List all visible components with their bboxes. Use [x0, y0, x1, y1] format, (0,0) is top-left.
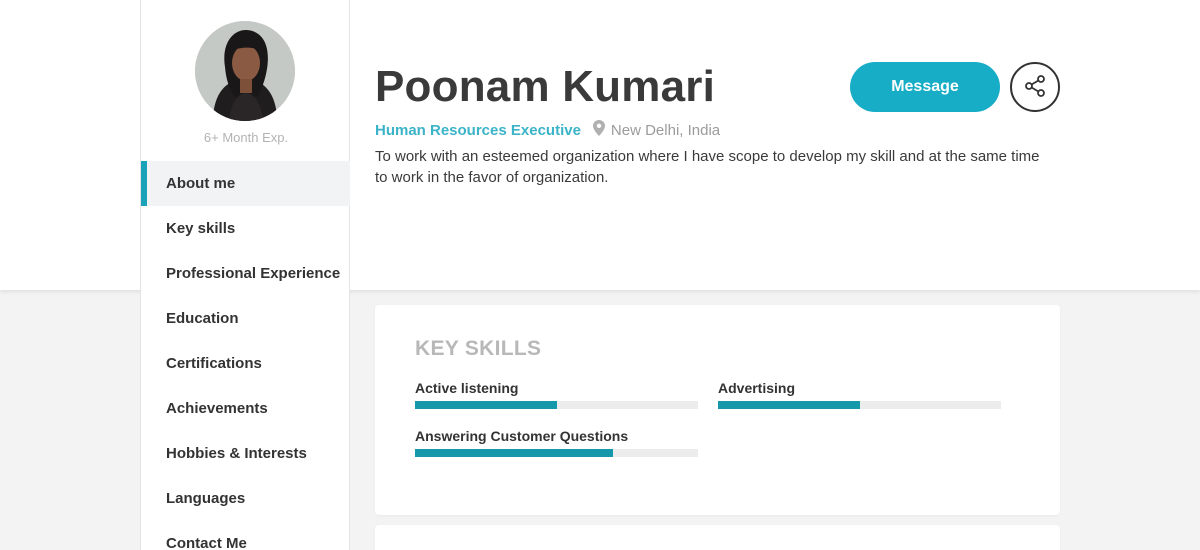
skill-item: Active listening — [415, 379, 698, 409]
share-icon — [1023, 74, 1047, 101]
sidebar-item-contact-me[interactable]: Contact Me — [141, 521, 350, 550]
skill-level-bar — [415, 401, 698, 409]
next-section-card — [375, 525, 1060, 550]
skill-name: Answering Customer Questions — [415, 428, 629, 444]
key-skills-heading: KEY SKILLS — [415, 337, 542, 360]
sidebar-item-certifications[interactable]: Certifications — [141, 341, 350, 386]
experience-label: 6+ Month Exp. — [203, 130, 289, 145]
skill-name: Advertising — [718, 380, 796, 396]
skill-name: Active listening — [415, 380, 519, 396]
avatar — [195, 21, 295, 121]
location-text: New Delhi, India — [610, 121, 721, 139]
skill-level-fill — [415, 449, 614, 457]
key-skills-card: KEY SKILLS Active listening Advertising An… — [375, 305, 1060, 515]
avatar-portrait-image — [195, 21, 295, 121]
profile-sidebar: 6+ Month Exp. About me Key skills Professi… — [140, 0, 350, 550]
job-title: Human Resources Executive — [375, 121, 581, 139]
sidebar-nav: About me Key skills Professional Experienc… — [141, 161, 350, 550]
sidebar-item-achievements[interactable]: Achievements — [141, 386, 350, 431]
skill-item: Advertising — [718, 379, 1001, 409]
location-pin-icon — [592, 120, 605, 140]
skill-level-bar — [718, 401, 1001, 409]
profile-name: Poonam Kumari — [375, 62, 715, 111]
sidebar-item-professional-experience[interactable]: Professional Experience — [141, 251, 350, 296]
sidebar-item-hobbies-interests[interactable]: Hobbies & Interests — [141, 431, 350, 476]
sidebar-item-languages[interactable]: Languages — [141, 476, 350, 521]
skill-item: Answering Customer Questions — [415, 427, 698, 457]
sidebar-item-education[interactable]: Education — [141, 296, 350, 341]
skill-level-bar — [415, 449, 698, 457]
skill-level-fill — [415, 401, 557, 409]
skill-level-fill — [718, 401, 860, 409]
sidebar-item-key-skills[interactable]: Key skills — [141, 206, 350, 251]
profile-header: Poonam Kumari Human Resources Executive … — [375, 0, 1065, 290]
profile-summary: To work with an esteemed organization wh… — [375, 148, 1040, 186]
message-button[interactable]: Message — [850, 62, 1000, 112]
title-location-row: Human Resources Executive New Delhi, Ind… — [375, 120, 720, 140]
sidebar-item-about-me[interactable]: About me — [141, 161, 350, 206]
share-button[interactable] — [1010, 62, 1060, 112]
